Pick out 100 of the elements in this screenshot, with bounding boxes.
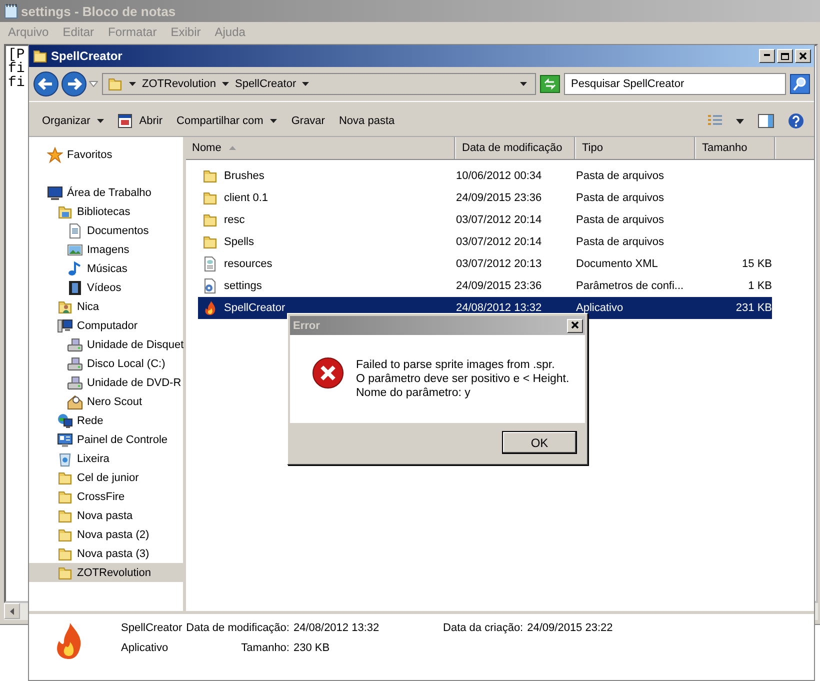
file-type: Pasta de arquivos — [576, 170, 664, 182]
column-header[interactable]: Data de modificação — [456, 137, 576, 159]
sidebar-item[interactable]: Músicas — [29, 259, 183, 278]
text-line: fi — [8, 76, 25, 90]
sidebar-item[interactable]: Lixeira — [29, 449, 183, 468]
file-date: 03/07/2012 20:14 — [456, 236, 542, 248]
column-header[interactable]: Tipo — [576, 137, 696, 159]
drive-icon — [67, 336, 83, 352]
document-icon — [67, 222, 83, 238]
toolbar-button[interactable]: Compartilhar com — [170, 112, 284, 130]
toolbar-button[interactable]: Abrir — [111, 111, 170, 131]
settings-file-icon — [202, 278, 218, 294]
folder-icon — [202, 234, 218, 250]
globe-monitor-icon — [57, 412, 73, 428]
maximize-button[interactable] — [777, 49, 793, 63]
ok-button[interactable]: OK — [502, 431, 577, 454]
sidebar-item[interactable]: Vídeos — [29, 278, 183, 297]
sidebar-item[interactable]: Documentos — [29, 221, 183, 240]
folder-icon — [57, 526, 73, 542]
file-type: Aplicativo — [121, 642, 170, 656]
file-row[interactable]: Spells 03/07/2012 20:14 Pasta de arquivos — [198, 231, 772, 253]
column-header[interactable]: Nome — [186, 137, 456, 159]
sidebar-item[interactable]: CrossFire — [29, 487, 183, 506]
sidebar-item[interactable]: Computador — [29, 316, 183, 335]
sidebar-item[interactable]: Imagens — [29, 240, 183, 259]
search-button[interactable] — [790, 74, 810, 94]
help-icon[interactable] — [788, 113, 804, 129]
detail-value: 24/08/2012 13:32 — [293, 622, 380, 636]
sidebar-item[interactable]: Favoritos — [29, 145, 183, 164]
window-title: SpellCreator — [51, 49, 122, 63]
file-date: 24/09/2015 23:36 — [456, 280, 542, 292]
text-line: [P — [8, 48, 25, 62]
minimize-icon — [764, 54, 770, 56]
file-type: Aplicativo — [576, 302, 624, 314]
sidebar-item[interactable]: Unidade de Disquet — [29, 335, 183, 354]
folder-icon — [57, 488, 73, 504]
refresh-button[interactable] — [540, 75, 560, 93]
house-magnifier-icon — [67, 394, 83, 410]
film-icon — [67, 280, 83, 296]
sidebar-item[interactable]: Painel de Controle — [29, 430, 183, 449]
sidebar-item[interactable]: Cel de junior — [29, 468, 183, 487]
file-size: 15 KB — [742, 258, 772, 270]
sidebar-item[interactable]: Nica — [29, 297, 183, 316]
preview-pane-icon[interactable] — [758, 114, 774, 128]
file-size: 231 KB — [736, 302, 772, 314]
search-field[interactable]: Pesquisar SpellCreator — [564, 73, 786, 95]
sidebar-item[interactable]: Rede — [29, 411, 183, 430]
file-type: Pasta de arquivos — [576, 192, 664, 204]
maximize-icon — [780, 52, 790, 60]
dropdown-caret-icon[interactable] — [520, 82, 527, 86]
left-arrow-icon — [10, 608, 14, 614]
close-button[interactable] — [567, 318, 583, 332]
toolbar-button[interactable]: Organizar — [35, 112, 112, 130]
sidebar-item[interactable]: Área de Trabalho — [29, 183, 183, 202]
scroll-left-button[interactable] — [4, 603, 20, 619]
sidebar-item[interactable]: Nova pasta — [29, 506, 183, 525]
fire-icon — [202, 300, 218, 316]
back-button[interactable] — [33, 71, 59, 97]
sidebar-item[interactable]: Nova pasta (2) — [29, 525, 183, 544]
detail-label: Data da criação: — [443, 622, 524, 636]
toolbar-button[interactable]: Gravar — [284, 112, 332, 130]
forward-button[interactable] — [61, 71, 87, 97]
error-icon — [312, 357, 344, 389]
breadcrumb-item[interactable]: ZOTRevolution — [142, 78, 216, 90]
minimize-button[interactable] — [759, 49, 775, 63]
picture-icon — [67, 242, 83, 258]
sidebar-item[interactable]: Bibliotecas — [29, 202, 183, 221]
file-row[interactable]: Brushes 10/06/2012 00:34 Pasta de arquivos — [198, 165, 772, 187]
sidebar-item[interactable]: Disco Local (C:) — [29, 354, 183, 373]
drive-icon — [67, 356, 83, 372]
file-row[interactable]: resources 03/07/2012 20:13 Documento XML 15 KB — [198, 253, 772, 275]
column-header[interactable]: Tamanho — [696, 137, 776, 159]
sidebar-item[interactable]: Nero Scout — [29, 392, 183, 411]
file-row[interactable]: settings 24/09/2015 23:36 Parâmetros de confi... 1 KB — [198, 275, 772, 297]
user-folder-icon — [57, 298, 73, 314]
window-title: settings - Bloco de notas — [21, 4, 176, 18]
folder-icon — [57, 470, 73, 486]
history-caret-icon[interactable] — [89, 81, 98, 87]
dialog-title: Error — [293, 320, 320, 332]
music-note-icon — [67, 260, 83, 276]
toolbar-button[interactable]: Nova pasta — [332, 112, 402, 130]
file-row[interactable]: resc 03/07/2012 20:14 Pasta de arquivos — [198, 209, 772, 231]
sidebar-item[interactable]: ZOTRevolution — [29, 563, 183, 582]
file-name: resc — [224, 214, 245, 226]
close-button[interactable] — [795, 49, 811, 63]
recycle-bin-icon — [57, 450, 73, 466]
folder-icon — [57, 564, 73, 580]
file-name: SpellCreator — [121, 622, 182, 636]
caret-icon — [302, 82, 310, 86]
caret-icon[interactable] — [736, 118, 744, 124]
file-date: 10/06/2012 00:34 — [456, 170, 542, 182]
library-icon — [57, 204, 73, 220]
close-icon — [570, 321, 580, 330]
file-row[interactable]: client 0.1 24/09/2015 23:36 Pasta de arquivos — [198, 187, 772, 209]
sidebar-item[interactable]: Nova pasta (3) — [29, 544, 183, 563]
breadcrumb-item[interactable]: SpellCreator — [234, 78, 296, 90]
close-icon — [798, 52, 808, 60]
sidebar-item[interactable]: Unidade de DVD-R — [29, 373, 183, 392]
detail-label: Tamanho: — [241, 642, 290, 656]
address-bar[interactable]: ZOTRevolution SpellCreator — [102, 73, 536, 95]
